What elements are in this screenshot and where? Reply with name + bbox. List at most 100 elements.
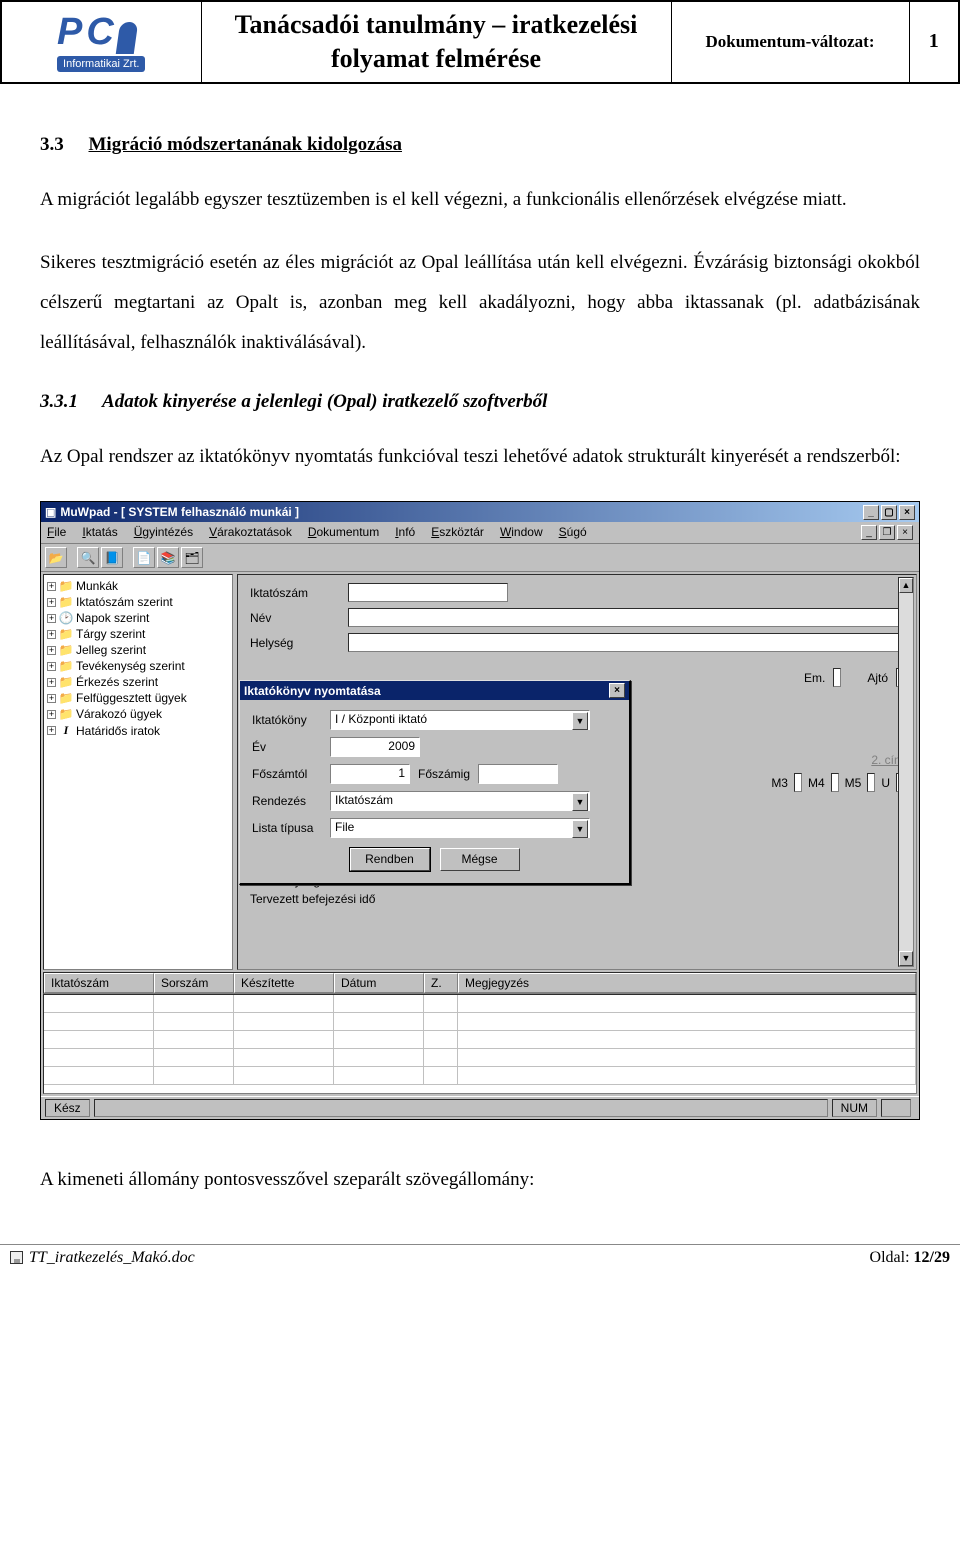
tree-item-iktatoszam[interactable]: Iktatószám szerint [76,595,173,609]
tree-item-napok[interactable]: Napok szerint [76,611,149,625]
menu-iktatas[interactable]: Iktatás [82,525,117,540]
scroll-up-icon[interactable]: ▲ [899,578,913,593]
logo-cell: P C Informatikai Zrt. [1,1,201,83]
table-row[interactable] [44,995,916,1013]
clock-icon: 🕑 [59,611,73,625]
maximize-icon[interactable]: ▢ [881,505,897,520]
chevron-down-icon[interactable]: ▼ [572,712,588,730]
input-m4[interactable] [831,773,839,792]
footer-page-label: Oldal: [870,1249,914,1266]
input-iktatoszam[interactable] [348,583,508,602]
tree-item-munkak[interactable]: Munkák [76,579,118,593]
table-row[interactable] [44,1031,916,1049]
cancel-button[interactable]: Mégse [440,848,520,871]
paragraph-2: Sikeres tesztmigráció esetén az éles mig… [40,243,920,363]
scroll-down-icon[interactable]: ▼ [899,951,913,966]
status-empty [881,1099,911,1117]
input-em[interactable] [833,668,841,687]
document-meta-label: Dokumentum-változat: [671,1,909,83]
mdi-minimize-icon[interactable]: _ [861,525,877,540]
tree-expand-icon[interactable]: + [47,614,56,623]
tree-item-varakozo[interactable]: Várakozó ügyek [76,707,162,721]
minimize-icon[interactable]: _ [863,505,879,520]
label-nev: Név [250,611,340,625]
ok-button[interactable]: Rendben [350,848,430,871]
input-m5[interactable] [867,773,875,792]
menu-file[interactable]: File [47,525,66,540]
dlg-label-rendezes: Rendezés [252,794,330,808]
company-logo: P C Informatikai Zrt. [57,11,145,72]
toolbar-books-icon[interactable]: 📚 [157,547,179,568]
tree-item-hatarido[interactable]: Határidős iratok [76,724,160,738]
label-ajto: Ajtó [867,671,888,685]
tree-expand-icon[interactable]: + [47,646,56,655]
mdi-close-icon[interactable]: × [897,525,913,540]
app-screenshot: ▣ MuWpad - [ SYSTEM felhasználó munkái ]… [40,501,920,1120]
logo-accent-icon [116,22,138,54]
menu-dokumentum[interactable]: Dokumentum [308,525,379,540]
gridhead-z[interactable]: Z. [424,973,458,993]
gridhead-iktatoszam[interactable]: Iktatószám [44,973,154,993]
table-row[interactable] [44,1013,916,1031]
tree-expand-icon[interactable]: + [47,710,56,719]
menu-eszkoztar[interactable]: Eszköztár [431,525,484,540]
page-footer: TT_iratkezelés_Makó.doc Oldal: 12/29 [0,1244,960,1273]
gridhead-datum[interactable]: Dátum [334,973,424,993]
dlg-input-foszamig[interactable] [478,764,558,784]
gridhead-sorszam[interactable]: Sorszám [154,973,234,993]
dlg-input-ev[interactable]: 2009 [330,737,420,757]
menu-info[interactable]: Infó [395,525,415,540]
toolbar-book-icon[interactable]: 📘 [101,547,123,568]
tree-item-felfuggesztett[interactable]: Felfüggesztett ügyek [76,691,187,705]
tree-expand-icon[interactable]: + [47,630,56,639]
dlg-combo-iktatokonyv[interactable]: I / Központi iktató▼ [330,710,590,730]
tree-item-tevekenyseg[interactable]: Tevékenység szerint [76,659,185,673]
print-dialog: Iktatókönyv nyomtatása × Iktatóköny I / … [239,680,631,885]
dlg-label-foszamig: Főszámig [418,767,470,781]
input-helyseg[interactable] [348,633,904,652]
chevron-down-icon[interactable]: ▼ [572,820,588,838]
tree-expand-icon[interactable]: + [47,694,56,703]
dlg-combo-lista[interactable]: File▼ [330,818,590,838]
folder-icon: 📁 [59,643,73,657]
mdi-restore-icon[interactable]: ❐ [879,525,895,540]
dlg-input-foszamtol[interactable]: 1 [330,764,410,784]
gridhead-keszitette[interactable]: Készítette [234,973,334,993]
toolbar: 📂 🔍 📘 📄 📚 🗂 [41,544,919,572]
toolbar-find-icon[interactable]: 🔍 [77,547,99,568]
subsection-title: Adatok kinyerése a jelenlegi (Opal) irat… [102,391,547,412]
dialog-close-icon[interactable]: × [609,683,625,698]
tree-expand-icon[interactable]: + [47,582,56,591]
tree-expand-icon[interactable]: + [47,726,56,735]
input-nev[interactable] [348,608,904,627]
table-row[interactable] [44,1067,916,1085]
dlg-combo-rendezes[interactable]: Iktatószám▼ [330,791,590,811]
menu-sugo[interactable]: Súgó [559,525,587,540]
statusbar: Kész NUM [41,1096,919,1119]
paragraph-3: Az Opal rendszer az iktatókönyv nyomtatá… [40,437,920,477]
menu-varakoztatasok[interactable]: Várakoztatások [209,525,292,540]
tree-item-erkezes[interactable]: Érkezés szerint [76,675,158,689]
tree-item-targy[interactable]: Tárgy szerint [76,627,145,641]
label-terv-befejezesi: Tervezett befejezési idő [250,890,904,908]
close-icon[interactable]: × [899,505,915,520]
label-em: Em. [804,671,825,685]
menu-ugyintezes[interactable]: Ügyintézés [134,525,193,540]
app-icon: ▣ [45,505,56,519]
table-row[interactable] [44,1049,916,1067]
gridhead-megjegyzes[interactable]: Megjegyzés [458,973,916,993]
tree-expand-icon[interactable]: + [47,678,56,687]
label-m4: M4 [808,776,825,790]
toolbar-card-icon[interactable]: 🗂 [181,547,203,568]
tree-item-jelleg[interactable]: Jelleg szerint [76,643,146,657]
chevron-down-icon[interactable]: ▼ [572,793,588,811]
toolbar-doc-icon[interactable]: 📄 [133,547,155,568]
toolbar-open-icon[interactable]: 📂 [45,547,67,568]
tree-expand-icon[interactable]: + [47,598,56,607]
menu-window[interactable]: Window [500,525,543,540]
label-iktatoszam: Iktatószám [250,586,340,600]
form-scrollbar[interactable]: ▲ ▼ [898,577,914,967]
document-version: 1 [909,1,959,83]
input-m3[interactable] [794,773,802,792]
tree-expand-icon[interactable]: + [47,662,56,671]
